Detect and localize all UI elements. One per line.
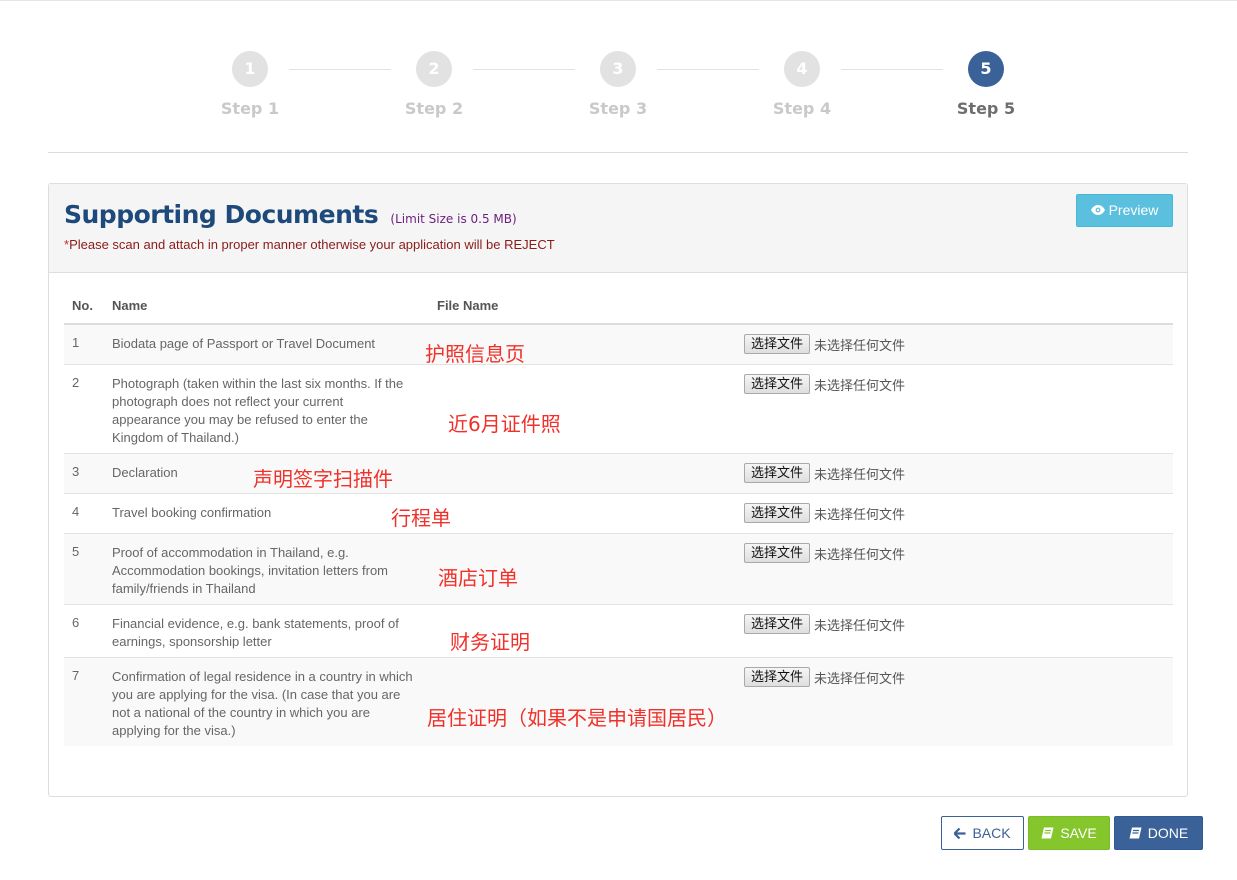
reject-warning: *Please scan and attach in proper manner… [64,237,555,252]
back-button[interactable]: BACK [941,816,1024,850]
wizard-stepper: 1 Step 1 2 Step 2 3 Step 3 4 Step 4 5 St… [0,0,1237,152]
step-number: 3 [600,51,636,87]
step-2[interactable]: 2 Step 2 [384,51,484,118]
col-no-header: No. [72,298,93,313]
table-row: 5 Proof of accommodation in Thailand, e.… [64,534,1173,605]
choose-file-button[interactable]: 选择文件 [744,543,811,563]
file-status: 未选择任何文件 [814,506,906,522]
step-number: 5 [968,51,1004,87]
file-upload: 选择文件 未选择任何文件 [744,374,905,394]
step-connector [473,69,575,70]
save-label: SAVE [1060,825,1097,841]
table-row: 3 Declaration 声明签字扫描件 选择文件 未选择任何文件 [64,454,1173,494]
table-row: 1 Biodata page of Passport or Travel Doc… [64,325,1173,366]
file-upload: 选择文件 未选择任何文件 [744,463,905,483]
step-4[interactable]: 4 Step 4 [752,51,852,118]
supporting-documents-panel: Supporting Documents (Limit Size is 0.5 … [48,183,1188,797]
file-upload: 选择文件 未选择任何文件 [744,503,905,523]
choose-file-button[interactable]: 选择文件 [744,374,811,394]
step-label: Step 2 [404,99,464,118]
step-label: Step 5 [956,99,1016,118]
file-upload: 选择文件 未选择任何文件 [744,614,905,634]
file-status: 未选择任何文件 [814,670,906,686]
chinese-annotation: 酒店订单 [438,566,518,590]
choose-file-button[interactable]: 选择文件 [744,334,811,354]
step-1[interactable]: 1 Step 1 [200,51,300,118]
row-number: 2 [72,375,80,390]
section-divider [48,152,1188,153]
chinese-annotation: 护照信息页 [425,342,525,366]
preview-label: Preview [1108,202,1159,218]
chinese-annotation: 行程单 [391,506,451,530]
step-number: 2 [416,51,452,87]
row-number: 3 [72,464,80,479]
chinese-annotation: 声明签字扫描件 [253,467,393,491]
chinese-annotation: 近6月证件照 [448,412,561,436]
file-status: 未选择任何文件 [814,466,906,482]
warning-text: Please scan and attach in proper manner … [69,237,555,252]
file-upload: 选择文件 未选择任何文件 [744,543,905,563]
documents-table: No. Name File Name 1 Biodata page of Pas… [64,292,1173,746]
chinese-annotation: 居住证明（如果不是申请国居民） [427,706,727,730]
row-number: 7 [72,668,80,683]
save-button[interactable]: SAVE [1028,816,1110,850]
col-file-header: File Name [437,298,499,313]
document-name: Proof of accommodation in Thailand, e.g.… [112,545,389,596]
step-label: Step 3 [588,99,648,118]
file-upload: 选择文件 未选择任何文件 [744,667,905,687]
book-icon [1041,827,1054,839]
step-label: Step 4 [772,99,832,118]
row-number: 5 [72,544,80,559]
row-number: 1 [72,335,80,350]
table-header: No. Name File Name [64,292,1173,325]
row-number: 6 [72,615,80,630]
step-5[interactable]: 5 Step 5 [936,51,1036,118]
step-connector [657,69,759,70]
step-number: 4 [784,51,820,87]
book-icon [1129,827,1142,839]
file-upload: 选择文件 未选择任何文件 [744,334,905,354]
step-3[interactable]: 3 Step 3 [568,51,668,118]
choose-file-button[interactable]: 选择文件 [744,503,811,523]
document-name: Biodata page of Passport or Travel Docum… [112,336,376,351]
file-status: 未选择任何文件 [814,337,906,353]
document-name: Confirmation of legal residence in a cou… [112,669,413,738]
choose-file-button[interactable]: 选择文件 [744,614,811,634]
done-button[interactable]: DONE [1114,816,1203,850]
step-connector [289,69,391,70]
arrow-left-icon [953,827,966,840]
title-text: Supporting Documents [64,200,379,229]
eye-icon [1090,195,1105,226]
table-row: 7 Confirmation of legal residence in a c… [64,658,1173,746]
file-status: 未选择任何文件 [814,377,906,393]
document-name: Financial evidence, e.g. bank statements… [112,616,399,649]
chinese-annotation: 财务证明 [450,630,530,654]
row-number: 4 [72,504,80,519]
file-status: 未选择任何文件 [814,546,906,562]
choose-file-button[interactable]: 选择文件 [744,667,811,687]
panel-title: Supporting Documents (Limit Size is 0.5 … [64,200,517,229]
table-row: 2 Photograph (taken within the last six … [64,365,1173,454]
step-label: Step 1 [220,99,280,118]
document-name: Photograph (taken within the last six mo… [112,376,404,445]
table-row: 4 Travel booking confirmation 行程单 选择文件 未选… [64,494,1173,534]
document-name: Travel booking confirmation [112,505,272,520]
col-name-header: Name [112,298,148,313]
step-number: 1 [232,51,268,87]
table-row: 6 Financial evidence, e.g. bank statemen… [64,605,1173,658]
size-limit-note: (Limit Size is 0.5 MB) [390,212,517,226]
step-connector [841,69,943,70]
panel-header: Supporting Documents (Limit Size is 0.5 … [49,184,1187,273]
done-label: DONE [1147,825,1189,841]
choose-file-button[interactable]: 选择文件 [744,463,811,483]
preview-button[interactable]: Preview [1076,194,1173,227]
file-status: 未选择任何文件 [814,617,906,633]
back-label: BACK [972,825,1011,841]
